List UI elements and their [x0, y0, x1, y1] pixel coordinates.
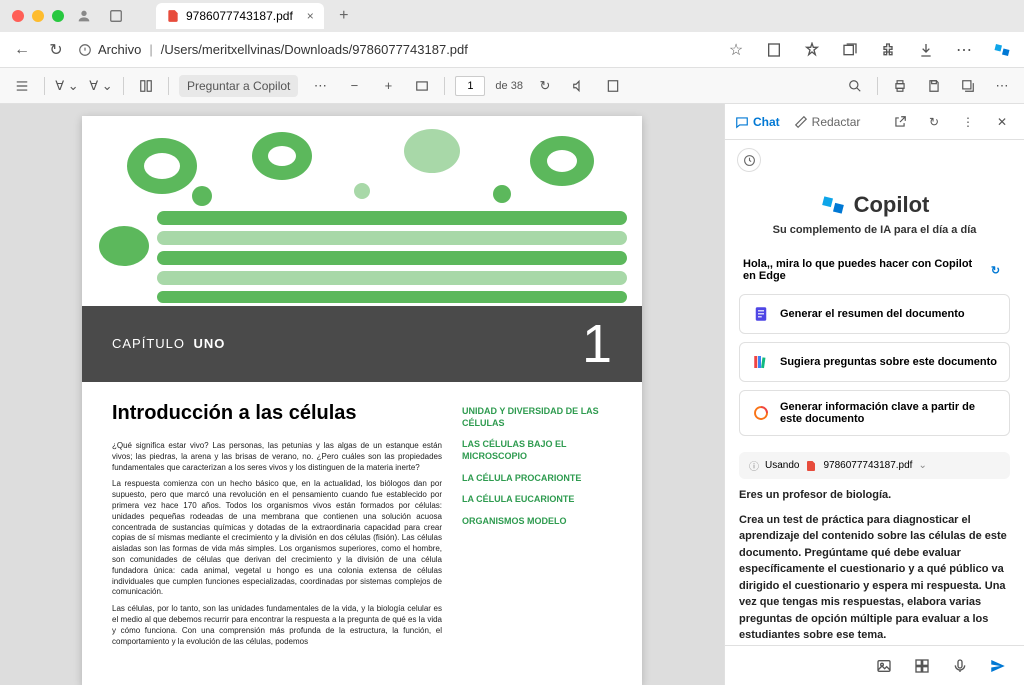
- page-heading: Introducción a las células: [112, 402, 442, 425]
- body-p3: Las células, por lo tanto, son las unida…: [112, 604, 442, 647]
- toc-item: LAS CÉLULAS BAJO EL MICROSCOPIO: [462, 439, 612, 462]
- zoom-out[interactable]: −: [342, 74, 366, 98]
- user-message: Eres un profesor de biología. Crea un te…: [739, 487, 1010, 645]
- page-view-icon[interactable]: [601, 74, 625, 98]
- address-bar: ← ↻ Archivo | /Users/meritxellvinas/Down…: [0, 32, 1024, 68]
- toc-item: ORGANISMOS MODELO: [462, 516, 612, 528]
- refresh-suggestions-icon[interactable]: ↻: [985, 258, 1006, 282]
- toolbar-more[interactable]: ⋯: [990, 74, 1014, 98]
- insights-icon: [752, 404, 770, 422]
- context-chip[interactable]: ⓘ Usando 9786077743187.pdf ⌄: [739, 452, 1010, 479]
- browser-tab[interactable]: 9786077743187.pdf ×: [156, 3, 324, 29]
- url-path: /Users/meritxellvinas/Downloads/97860777…: [161, 42, 468, 57]
- text-icon[interactable]: ∀ ⌄: [89, 74, 113, 98]
- pdf-toolbar: ∀ ⌄ ∀ ⌄ Preguntar a Copilot ⋯ − + de 38 …: [0, 68, 1024, 104]
- suggestion-questions[interactable]: Sugiera preguntas sobre este documento: [739, 342, 1010, 382]
- pdf-page: CAPÍTULO UNO 1 Introducción a las célula…: [82, 116, 642, 685]
- layout-icon[interactable]: [134, 74, 158, 98]
- toc-item: LA CÉLULA EUCARIONTE: [462, 494, 612, 506]
- chapter-band: CAPÍTULO UNO 1: [82, 306, 642, 382]
- send-button[interactable]: [986, 654, 1010, 678]
- more-icon[interactable]: ⋯: [308, 74, 332, 98]
- close-tab-icon[interactable]: ×: [307, 9, 314, 23]
- refresh-panel-icon[interactable]: ↻: [922, 110, 946, 134]
- minimize-window[interactable]: [32, 10, 44, 22]
- copilot-panel: Chat Redactar ↻ ⋮ ✕ Copilot Su comp: [724, 104, 1024, 685]
- new-tab[interactable]: +: [332, 4, 356, 28]
- back-button[interactable]: ←: [10, 38, 34, 62]
- extensions-icon[interactable]: [876, 38, 900, 62]
- print-icon[interactable]: [888, 74, 912, 98]
- chat-area: ⓘ Usando 9786077743187.pdf ⌄ Eres un pro…: [725, 442, 1024, 645]
- copilot-brand: Copilot Su complemento de IA para el día…: [725, 180, 1024, 252]
- toc-item: UNIDAD Y DIVERSIDAD DE LAS CÉLULAS: [462, 406, 612, 429]
- menu-icon[interactable]: ⋯: [952, 38, 976, 62]
- popout-icon[interactable]: [888, 110, 912, 134]
- reading-list-icon[interactable]: [762, 38, 786, 62]
- pdf-viewer[interactable]: CAPÍTULO UNO 1 Introducción a las célula…: [0, 104, 724, 685]
- chapter-number: 1: [582, 313, 612, 375]
- tab-title: 9786077743187.pdf: [186, 9, 293, 23]
- save-icon[interactable]: [922, 74, 946, 98]
- copilot-sidebar-icon[interactable]: [990, 38, 1014, 62]
- greeting-text: Hola,, mira lo que puedes hacer con Copi…: [743, 258, 985, 282]
- rotate-icon[interactable]: ↻: [533, 74, 557, 98]
- chapter-label: CAPÍTULO: [112, 336, 185, 351]
- input-bar: [725, 645, 1024, 685]
- copilot-name: Copilot: [854, 192, 930, 218]
- attachment-icon[interactable]: [910, 654, 934, 678]
- image-icon[interactable]: [872, 654, 896, 678]
- copilot-logo-icon: [820, 192, 846, 218]
- chapter-word: UNO: [193, 336, 225, 351]
- contents-icon[interactable]: [10, 74, 34, 98]
- pdf-file-icon: [805, 460, 817, 472]
- toc-item: LA CÉLULA PROCARIONTE: [462, 473, 612, 485]
- profile-icon[interactable]: [72, 4, 96, 28]
- page-total: de 38: [495, 80, 523, 92]
- url-scheme: Archivo: [98, 42, 141, 57]
- suggestion-insights[interactable]: Generar información clave a partir de es…: [739, 390, 1010, 436]
- favorites-bar-icon[interactable]: [800, 38, 824, 62]
- suggestion-summarize[interactable]: Generar el resumen del documento: [739, 294, 1010, 334]
- url-field[interactable]: Archivo | /Users/meritxellvinas/Download…: [78, 42, 714, 57]
- panel-more-icon[interactable]: ⋮: [956, 110, 980, 134]
- search-icon[interactable]: [843, 74, 867, 98]
- books-icon: [752, 353, 770, 371]
- collections-icon[interactable]: [838, 38, 862, 62]
- mic-icon[interactable]: [948, 654, 972, 678]
- chevron-down-icon[interactable]: ⌄: [918, 460, 926, 471]
- ask-copilot-button[interactable]: Preguntar a Copilot: [179, 75, 298, 97]
- refresh-button[interactable]: ↻: [44, 38, 68, 62]
- highlight-icon[interactable]: ∀ ⌄: [55, 74, 79, 98]
- document-icon: [752, 305, 770, 323]
- tab-chat[interactable]: Chat: [735, 115, 780, 129]
- chapter-illustration: [82, 116, 642, 306]
- close-panel-icon[interactable]: ✕: [990, 110, 1014, 134]
- workspace-icon[interactable]: [104, 4, 128, 28]
- page-input[interactable]: [455, 76, 485, 96]
- history-icon[interactable]: [737, 148, 761, 172]
- body-p2: La respuesta comienza con un hecho básic…: [112, 479, 442, 598]
- save-as-icon[interactable]: [956, 74, 980, 98]
- zoom-in[interactable]: +: [376, 74, 400, 98]
- favorite-icon[interactable]: ☆: [724, 38, 748, 62]
- read-aloud-icon[interactable]: [567, 74, 591, 98]
- fit-icon[interactable]: [410, 74, 434, 98]
- chapter-toc: UNIDAD Y DIVERSIDAD DE LAS CÉLULAS LAS C…: [462, 402, 612, 653]
- close-window[interactable]: [12, 10, 24, 22]
- window-controls: [12, 10, 64, 22]
- titlebar: 9786077743187.pdf × +: [0, 0, 1024, 32]
- tab-write[interactable]: Redactar: [794, 115, 861, 129]
- maximize-window[interactable]: [52, 10, 64, 22]
- copilot-tagline: Su complemento de IA para el día a día: [745, 224, 1004, 236]
- body-p1: ¿Qué significa estar vivo? Las personas,…: [112, 441, 442, 473]
- downloads-icon[interactable]: [914, 38, 938, 62]
